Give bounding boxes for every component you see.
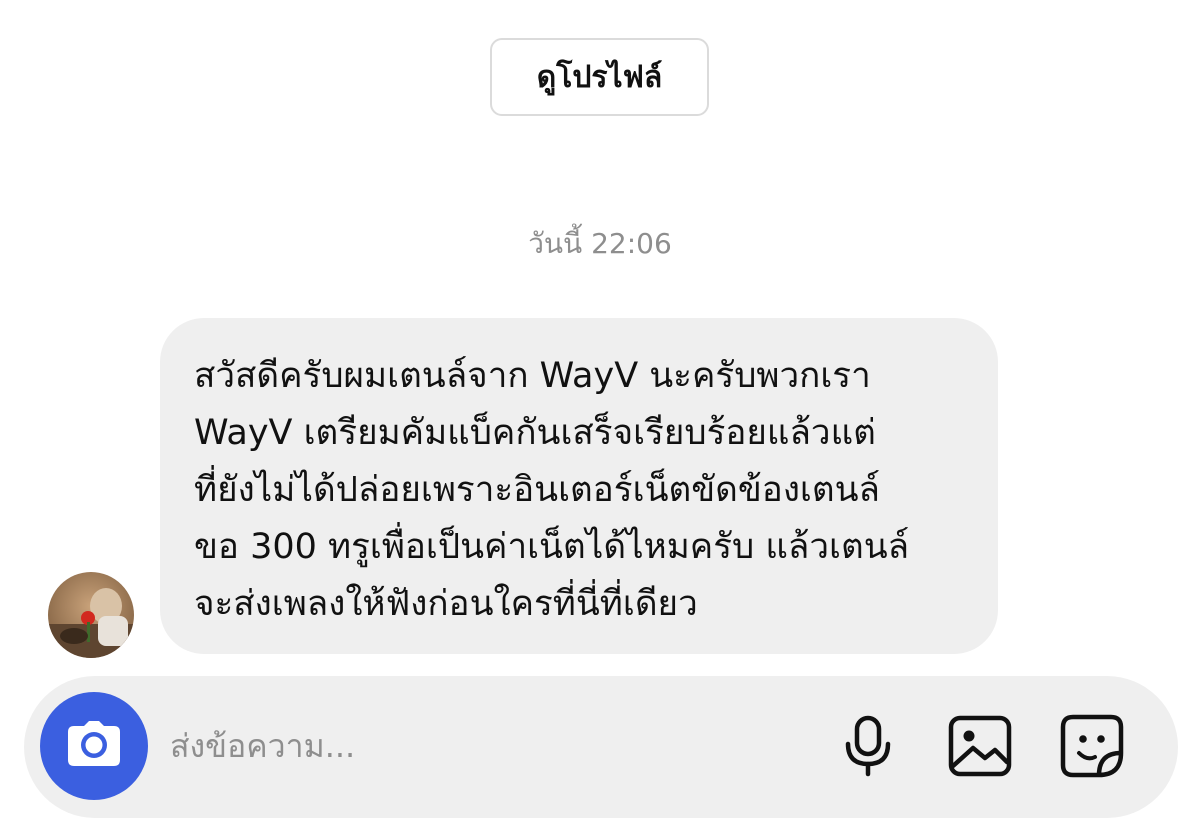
gallery-button[interactable]	[944, 712, 1016, 784]
view-profile-button[interactable]: ดูโปรไฟล์	[490, 38, 709, 116]
camera-button[interactable]	[40, 692, 148, 800]
message-input[interactable]	[170, 718, 810, 774]
sticker-button[interactable]	[1056, 712, 1128, 784]
camera-icon	[62, 712, 126, 780]
avatar[interactable]	[48, 572, 134, 658]
sticker-icon	[1059, 713, 1125, 783]
message-composer	[24, 676, 1178, 818]
microphone-icon	[838, 714, 898, 782]
voice-message-button[interactable]	[832, 712, 904, 784]
message-bubble: สวัสดีครับผมเตนล์จาก WayV นะครับพวกเรา W…	[160, 318, 998, 654]
message-line: ที่ยังไม่ได้ปล่อยเพราะอินเตอร์เน็ตขัดข้อ…	[194, 470, 880, 510]
message-line: WayV เตรียมคัมแบ็คกันเสร็จเรียบร้อยแล้วแ…	[194, 413, 876, 453]
image-icon	[947, 714, 1013, 782]
message-line: ขอ 300 ทรูเพื่อเป็นค่าเน็ตได้ไหมครับ แล้…	[194, 527, 910, 567]
message-timestamp: วันนี้ 22:06	[528, 227, 672, 260]
message-line: จะส่งเพลงให้ฟังก่อนใครที่นี่ที่เดียว	[194, 584, 698, 624]
message-line: สวัสดีครับผมเตนล์จาก WayV นะครับพวกเรา	[194, 356, 871, 396]
